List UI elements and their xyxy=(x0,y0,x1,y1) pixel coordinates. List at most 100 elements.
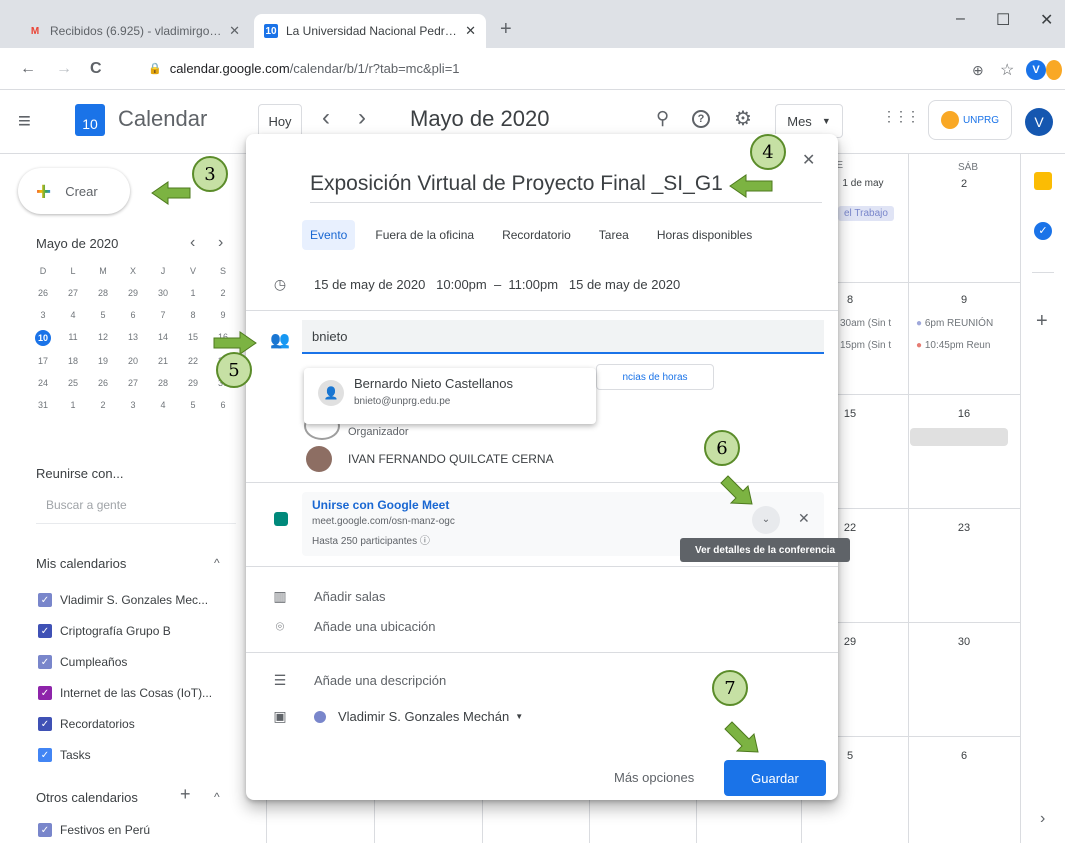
calendar-item[interactable]: ✓ Internet de las Cosas (IoT)... xyxy=(38,683,212,703)
tab-recordatorio[interactable]: Recordatorio xyxy=(494,220,579,250)
checkbox-icon[interactable]: ✓ xyxy=(38,624,52,638)
search-icon[interactable]: ⚲ xyxy=(656,108,669,129)
event-placeholder[interactable] xyxy=(910,428,1008,446)
mini-day[interactable]: 20 xyxy=(118,354,148,368)
mini-day[interactable]: 28 xyxy=(148,376,178,390)
mini-day[interactable]: 28 xyxy=(88,286,118,300)
mini-day[interactable]: 2 xyxy=(208,286,238,300)
mini-day[interactable]: 31 xyxy=(28,398,58,412)
rooms-row[interactable]: ▥ Añadir salas xyxy=(268,588,385,605)
profile-avatar[interactable]: V xyxy=(1026,60,1046,80)
apps-grid-icon[interactable]: ⋮⋮⋮ xyxy=(882,108,920,125)
add-calendar-icon[interactable]: + xyxy=(180,784,191,805)
mini-day[interactable]: 9 xyxy=(208,308,238,322)
tasks-icon[interactable]: ✓ xyxy=(1034,222,1052,240)
org-logo[interactable]: UNPRG xyxy=(928,100,1012,140)
day-number[interactable]: 2 xyxy=(914,178,1014,190)
star-icon[interactable]: ☆ xyxy=(1000,60,1014,80)
next-month-button[interactable]: › xyxy=(358,104,366,132)
new-tab-button[interactable]: + xyxy=(500,18,512,41)
mini-next-button[interactable]: › xyxy=(218,234,223,252)
menu-icon[interactable]: ≡ xyxy=(18,108,31,134)
day-number[interactable]: 6 xyxy=(914,750,1014,762)
people-search-input[interactable]: Buscar a gente xyxy=(36,498,236,524)
mini-day[interactable]: 1 xyxy=(58,398,88,412)
mini-day[interactable]: 14 xyxy=(148,330,178,344)
mini-day[interactable]: 6 xyxy=(208,398,238,412)
expand-conference-button[interactable]: ⌄ xyxy=(752,506,780,534)
mini-day[interactable]: 26 xyxy=(88,376,118,390)
tab-gmail[interactable]: M Recibidos (6.925) - vladimirgonz... ✕ xyxy=(18,14,250,48)
day-number[interactable]: 16 xyxy=(914,408,1014,420)
chevron-right-icon[interactable]: › xyxy=(1040,810,1045,828)
minimize-button[interactable]: – xyxy=(956,10,965,28)
calendar-item[interactable]: ✓ Tasks xyxy=(38,745,91,765)
event-chip[interactable]: ● 6pm REUNIÓN xyxy=(916,318,993,329)
mini-day[interactable]: 27 xyxy=(58,286,88,300)
close-icon[interactable]: ✕ xyxy=(802,150,815,170)
mini-day[interactable]: 19 xyxy=(88,354,118,368)
mini-day[interactable]: 5 xyxy=(88,308,118,322)
url-field[interactable]: 🔒 calendar.google.com /calendar/b/1/r?ta… xyxy=(148,54,928,82)
calendar-item[interactable]: ✓ Recordatorios xyxy=(38,714,135,734)
calendar-owner-row[interactable]: ▣ Vladimir S. Gonzales Mechán ▼ xyxy=(268,708,523,725)
datetime-text[interactable]: 15 de may de 2020 10:00pm – 11:00pm 15 d… xyxy=(314,277,680,292)
help-icon[interactable]: ? xyxy=(692,110,710,128)
mini-day[interactable]: 18 xyxy=(58,354,88,368)
mini-prev-button[interactable]: ‹ xyxy=(190,234,195,252)
keep-icon[interactable] xyxy=(1034,172,1052,190)
mini-day[interactable]: 30 xyxy=(148,286,178,300)
location-row[interactable]: ⌾ Añade una ubicación xyxy=(268,618,436,635)
mini-day[interactable]: 12 xyxy=(88,330,118,344)
mini-day[interactable]: 16 xyxy=(208,330,238,344)
close-window-button[interactable]: ✕ xyxy=(1040,10,1053,30)
description-row[interactable]: ☰ Añade una descripción xyxy=(268,672,447,689)
save-button[interactable]: Guardar xyxy=(724,760,826,796)
day-number[interactable]: 1 de may xyxy=(838,178,888,189)
mini-day[interactable]: 3 xyxy=(118,398,148,412)
gear-icon[interactable]: ⚙ xyxy=(734,106,752,131)
calendar-item-holidays[interactable]: ✓ Festivos en Perú xyxy=(38,820,150,840)
tab-close-icon[interactable]: ✕ xyxy=(229,23,240,39)
calendar-item[interactable]: ✓ Criptografía Grupo B xyxy=(38,621,171,641)
today-button[interactable]: Hoy xyxy=(258,104,302,138)
create-button[interactable]: + Crear xyxy=(18,168,130,214)
event-chip[interactable]: el Trabajo xyxy=(838,206,894,221)
checkbox-icon[interactable]: ✓ xyxy=(38,748,52,762)
guest-input[interactable]: bnieto xyxy=(302,320,824,354)
more-options-button[interactable]: Más opciones xyxy=(614,770,694,785)
mini-day[interactable]: 8 xyxy=(178,308,208,322)
mini-day[interactable]: 21 xyxy=(148,354,178,368)
event-chip[interactable]: ● 10:45pm Reun xyxy=(916,340,990,351)
mini-day[interactable]: 2 xyxy=(88,398,118,412)
find-time-button[interactable]: ncias de horas xyxy=(596,364,714,390)
tab-calendar[interactable]: 10 La Universidad Nacional Pedro R... ✕ xyxy=(254,14,486,48)
tab-evento[interactable]: Evento xyxy=(302,220,356,250)
remove-conference-icon[interactable]: ✕ xyxy=(798,510,810,527)
mini-day[interactable]: 27 xyxy=(118,376,148,390)
mini-day[interactable]: 25 xyxy=(58,376,88,390)
checkbox-icon[interactable]: ✓ xyxy=(38,655,52,669)
update-icon[interactable] xyxy=(1046,60,1062,80)
other-calendars-title[interactable]: Otros calendarios xyxy=(36,790,138,805)
calendar-item[interactable]: ✓ Vladimir S. Gonzales Mec... xyxy=(38,590,208,610)
tab-fuera-oficina[interactable]: Fuera de la oficina xyxy=(367,220,482,250)
mini-day[interactable]: 4 xyxy=(148,398,178,412)
mini-day[interactable]: 24 xyxy=(28,376,58,390)
day-number[interactable]: 9 xyxy=(914,294,1014,306)
mini-day[interactable]: 6 xyxy=(118,308,148,322)
mini-day[interactable]: 22 xyxy=(178,354,208,368)
mini-day[interactable]: 3 xyxy=(28,308,58,322)
mini-day[interactable]: 13 xyxy=(118,330,148,344)
help-icon[interactable]: ⓘ xyxy=(420,536,430,547)
mini-day[interactable]: 29 xyxy=(118,286,148,300)
checkbox-icon[interactable]: ✓ xyxy=(38,823,52,837)
checkbox-icon[interactable]: ✓ xyxy=(38,717,52,731)
prev-month-button[interactable]: ‹ xyxy=(322,104,330,132)
chevron-up-icon[interactable]: ^ xyxy=(214,790,220,804)
event-chip[interactable]: 30am (Sin t xyxy=(840,318,891,329)
mini-day[interactable]: 26 xyxy=(28,286,58,300)
event-title-input[interactable]: Exposición Virtual de Proyecto Final _SI… xyxy=(310,172,822,203)
checkbox-icon[interactable]: ✓ xyxy=(38,686,52,700)
calendar-item[interactable]: ✓ Cumpleaños xyxy=(38,652,127,672)
